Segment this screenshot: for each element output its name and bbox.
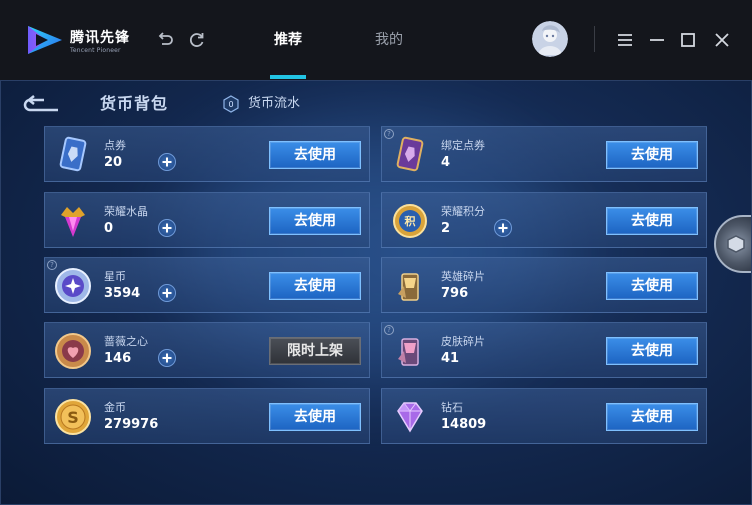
currency-name: 英雄碎片 (441, 270, 485, 283)
wallet-panel: 货币背包 0 货币流水 点券 20 去使用 ? 绑定点券 4 去使用 荣耀水晶 … (0, 80, 752, 505)
coupon-card-icon (59, 136, 87, 172)
currency-name: 蔷薇之心 (104, 335, 148, 348)
bound-coupon-card-icon (396, 136, 424, 172)
brand-subtitle: Tencent Pioneer (70, 47, 121, 54)
skin-fragment-icon (398, 338, 419, 366)
recharge-button[interactable] (494, 219, 512, 237)
currency-card-hero-fragment: 英雄碎片 796 去使用 (381, 257, 707, 313)
use-button[interactable]: 去使用 (606, 141, 698, 169)
rose-heart-icon (55, 333, 91, 369)
diamond-icon (397, 402, 423, 433)
currency-amount: 2 (441, 221, 451, 236)
currency-amount: 279976 (104, 417, 159, 432)
currency-name: 金币 (104, 401, 126, 414)
use-button[interactable]: 去使用 (269, 403, 361, 431)
currency-card-rose-heart: 蔷薇之心 146 限时上架 (44, 322, 370, 378)
brand: 腾讯先锋 Tencent Pioneer (70, 30, 130, 55)
currency-name: 荣耀水晶 (104, 205, 148, 218)
currency-card-bound-coupon: ? 绑定点券 4 去使用 (381, 126, 707, 182)
minimize-icon[interactable] (647, 30, 667, 50)
use-button[interactable]: 去使用 (606, 403, 698, 431)
tencent-pioneer-logo (28, 26, 62, 54)
brand-name: 腾讯先锋 (70, 30, 130, 46)
undo-icon[interactable] (155, 30, 175, 50)
tab-recommend[interactable]: 推荐 (274, 30, 302, 50)
currency-flow-link[interactable]: 0 货币流水 (222, 94, 300, 114)
currency-card-skin-fragment: ? 皮肤碎片 41 去使用 (381, 322, 707, 378)
currency-amount: 20 (104, 155, 123, 170)
limited-time-button: 限时上架 (269, 337, 361, 365)
glory-crystal-icon (61, 207, 85, 237)
active-tab-indicator (270, 75, 306, 79)
side-drawer-handle[interactable] (714, 215, 752, 273)
gold-coin-icon: S (55, 399, 91, 435)
currency-amount: 0 (104, 221, 114, 236)
currency-flow-label: 货币流水 (248, 96, 301, 111)
currency-name: 星币 (104, 270, 126, 283)
currency-amount: 146 (104, 351, 132, 366)
currency-card-glory-crystal: 荣耀水晶 0 去使用 (44, 192, 370, 248)
currency-name: 皮肤碎片 (441, 335, 485, 348)
use-button[interactable]: 去使用 (606, 337, 698, 365)
svg-text:S: S (67, 408, 79, 427)
use-button[interactable]: 去使用 (269, 207, 361, 235)
refresh-icon[interactable] (187, 30, 207, 50)
star-coin-icon (55, 268, 91, 304)
maximize-icon[interactable] (678, 30, 698, 50)
currency-amount: 796 (441, 286, 469, 301)
currency-card-glory-points: 积 荣耀积分 2 去使用 (381, 192, 707, 248)
currency-amount: 3594 (104, 286, 141, 301)
title-bar: 腾讯先锋 Tencent Pioneer 推荐 我的 (0, 0, 752, 80)
svg-text:0: 0 (228, 100, 233, 109)
recharge-button[interactable] (158, 349, 176, 367)
currency-name: 钻石 (441, 401, 463, 414)
use-button[interactable]: 去使用 (606, 207, 698, 235)
recharge-button[interactable] (158, 284, 176, 302)
back-icon[interactable] (20, 94, 60, 116)
use-button[interactable]: 去使用 (269, 141, 361, 169)
use-button[interactable]: 去使用 (269, 272, 361, 300)
avatar[interactable] (532, 21, 568, 57)
page-title: 货币背包 (100, 94, 169, 113)
glory-points-icon: 积 (393, 204, 427, 238)
close-icon[interactable] (712, 30, 732, 50)
hero-fragment-icon (398, 273, 419, 301)
svg-text:积: 积 (405, 214, 416, 228)
currency-amount: 4 (441, 155, 451, 170)
hexagon-icon (727, 235, 745, 253)
currency-flow-icon: 0 (223, 95, 239, 113)
menu-icon[interactable] (615, 30, 635, 50)
currency-name: 绑定点券 (441, 139, 485, 152)
currency-name: 点券 (104, 139, 126, 152)
use-button[interactable]: 去使用 (606, 272, 698, 300)
recharge-button[interactable] (158, 219, 176, 237)
recharge-button[interactable] (158, 153, 176, 171)
currency-card-coupon: 点券 20 去使用 (44, 126, 370, 182)
avatar-image (532, 21, 568, 57)
divider (594, 26, 595, 52)
currency-card-gold-coin: S 金币 279976 去使用 (44, 388, 370, 444)
currency-amount: 14809 (441, 417, 487, 432)
currency-card-diamond: 钻石 14809 去使用 (381, 388, 707, 444)
currency-card-star-coin: ? 星币 3594 去使用 (44, 257, 370, 313)
currency-amount: 41 (441, 351, 460, 366)
tab-mine[interactable]: 我的 (375, 30, 403, 50)
currency-name: 荣耀积分 (441, 205, 485, 218)
